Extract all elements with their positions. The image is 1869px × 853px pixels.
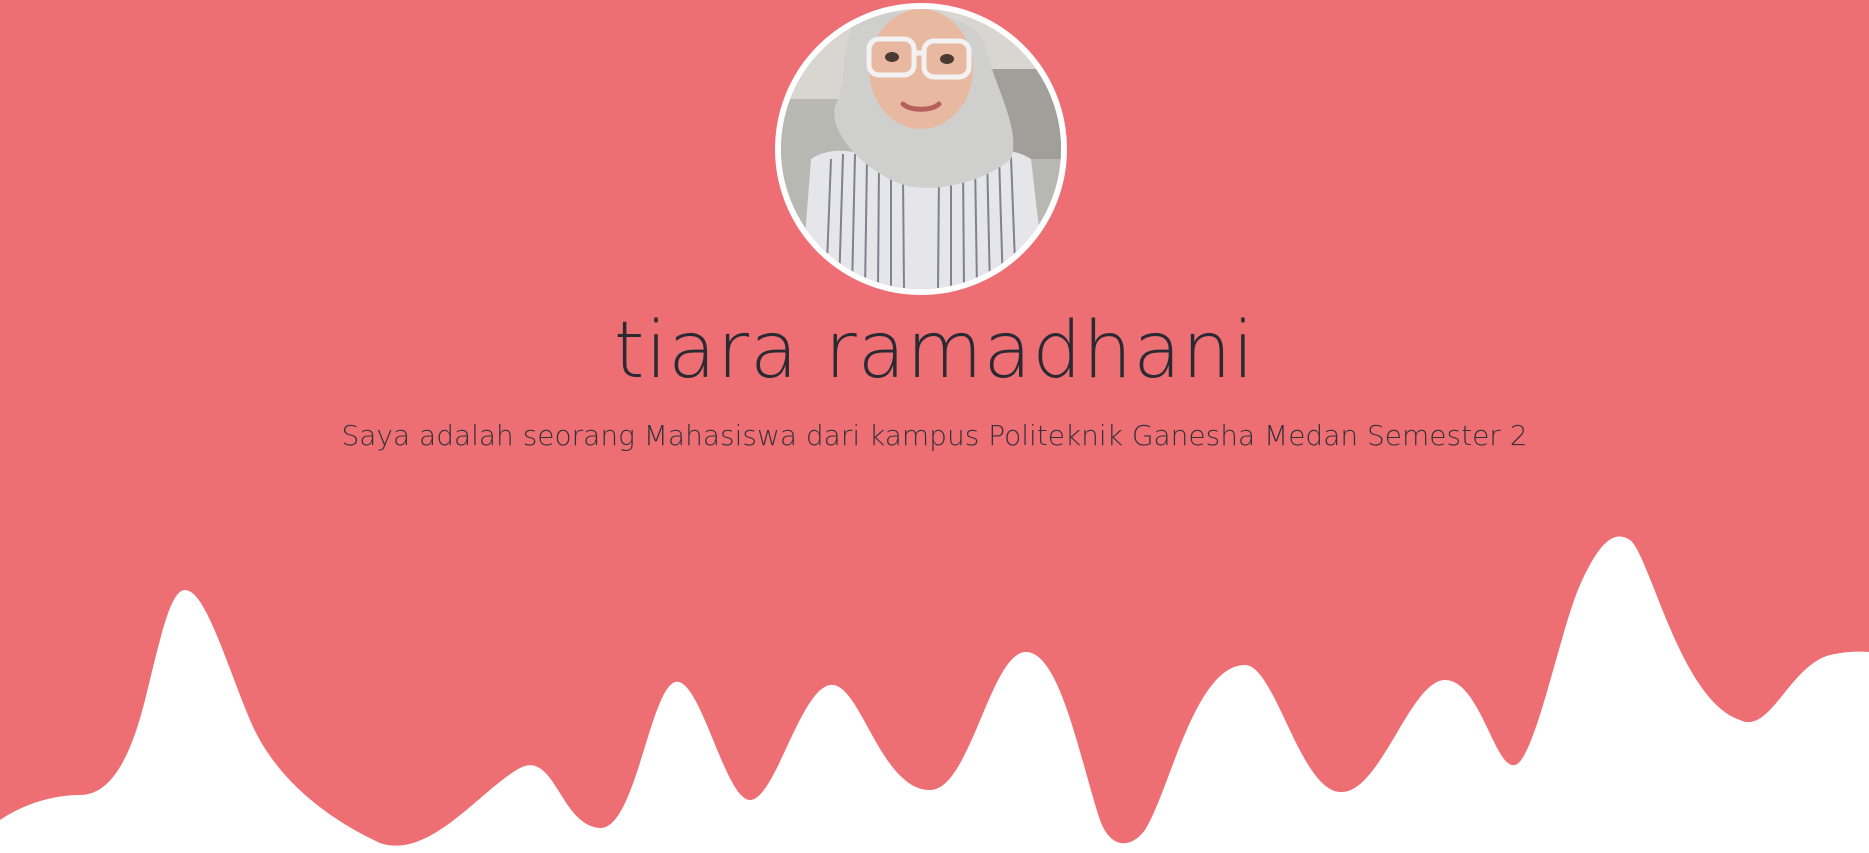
profile-avatar xyxy=(775,3,1067,295)
profile-photo-icon xyxy=(781,9,1061,289)
profile-name: tiara ramadhani xyxy=(613,306,1256,396)
profile-tagline: Saya adalah seorang Mahasiswa dari kampu… xyxy=(341,419,1528,452)
hero-section: tiara ramadhani Saya adalah seorang Maha… xyxy=(0,0,1869,853)
